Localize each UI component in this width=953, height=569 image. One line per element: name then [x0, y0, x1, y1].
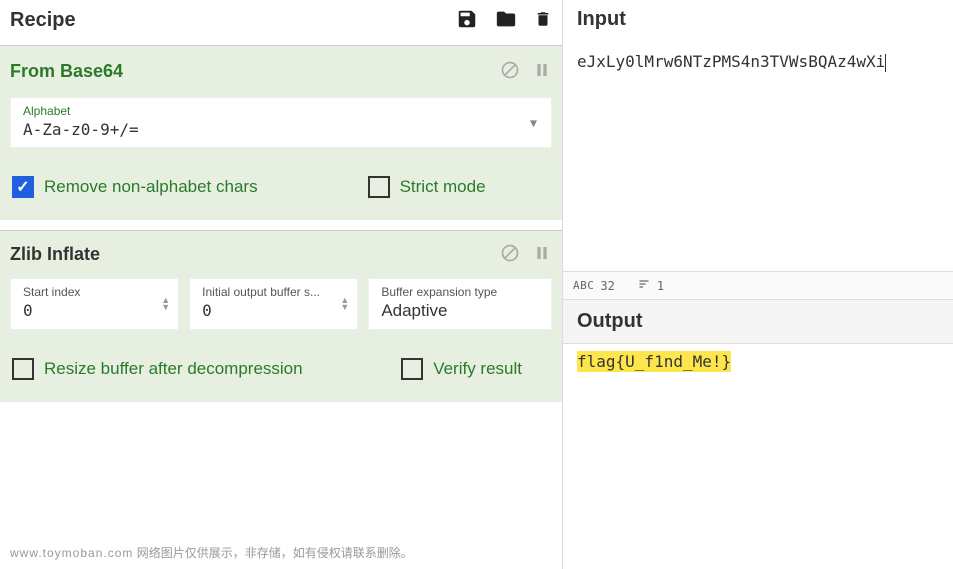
- folder-icon[interactable]: [494, 8, 518, 33]
- operation-zlib-inflate: Zlib Inflate Start index 0 ▲▼ I: [0, 230, 562, 402]
- disable-icon[interactable]: [500, 243, 520, 266]
- start-index-field[interactable]: Start index 0 ▲▼: [10, 278, 179, 330]
- status-bar: ABC 32 1: [563, 271, 953, 300]
- recipe-header: Recipe: [0, 0, 562, 45]
- checkbox-icon: [401, 358, 423, 380]
- start-index-value: 0: [23, 301, 168, 320]
- op-title-base64: From Base64: [10, 61, 123, 82]
- alphabet-label: Alphabet: [23, 104, 539, 118]
- verify-result-label: Verify result: [433, 359, 522, 379]
- alphabet-select[interactable]: Alphabet A-Za-z0-9+/= ▾: [10, 97, 552, 148]
- strict-mode-label: Strict mode: [400, 177, 486, 197]
- buffer-expansion-field[interactable]: Buffer expansion type Adaptive: [368, 278, 552, 330]
- char-count: 32: [600, 279, 614, 293]
- input-title: Input: [577, 8, 939, 31]
- input-value: eJxLy0lMrw6NTzPMS4n3TVWsBQAz4wXi: [577, 52, 885, 71]
- trash-icon[interactable]: [534, 8, 552, 33]
- watermark-text: 网络图片仅供展示，非存储，如有侵权请联系删除。: [137, 546, 413, 560]
- initial-buffer-field[interactable]: Initial output buffer s... 0 ▲▼: [189, 278, 358, 330]
- disable-icon[interactable]: [500, 60, 520, 83]
- lines-icon: [637, 278, 651, 293]
- remove-nonalpha-label: Remove non-alphabet chars: [44, 177, 258, 197]
- initial-buffer-value: 0: [202, 301, 347, 320]
- pause-icon[interactable]: [534, 61, 550, 82]
- output-title: Output: [577, 310, 939, 333]
- op-title-zlib: Zlib Inflate: [10, 244, 100, 265]
- resize-buffer-label: Resize buffer after decompression: [44, 359, 303, 379]
- checkbox-icon: [368, 176, 390, 198]
- output-header: Output: [563, 300, 953, 344]
- start-index-label: Start index: [23, 285, 168, 299]
- buffer-expansion-label: Buffer expansion type: [381, 285, 541, 299]
- resize-buffer-checkbox[interactable]: Resize buffer after decompression: [12, 358, 303, 380]
- input-textarea[interactable]: eJxLy0lMrw6NTzPMS4n3TVWsBQAz4wXi: [563, 42, 953, 271]
- line-count: 1: [657, 279, 664, 293]
- output-value: flag{U_f1nd_Me!}: [577, 351, 731, 372]
- checkbox-icon: [12, 358, 34, 380]
- recipe-title: Recipe: [10, 9, 76, 32]
- chevron-down-icon: ▾: [530, 114, 537, 131]
- char-label: ABC: [573, 279, 594, 292]
- checkbox-checked-icon: [12, 176, 34, 198]
- watermark: www.toymoban.com 网络图片仅供展示，非存储，如有侵权请联系删除。: [0, 536, 562, 569]
- text-cursor-icon: [885, 54, 886, 72]
- alphabet-value: A-Za-z0-9+/=: [23, 120, 539, 139]
- stepper-icon[interactable]: ▲▼: [340, 297, 349, 311]
- buffer-expansion-value: Adaptive: [381, 301, 541, 321]
- initial-buffer-label: Initial output buffer s...: [202, 285, 347, 299]
- save-icon[interactable]: [456, 8, 478, 33]
- stepper-icon[interactable]: ▲▼: [161, 297, 170, 311]
- verify-result-checkbox[interactable]: Verify result: [401, 358, 522, 380]
- input-header: Input: [563, 0, 953, 42]
- pause-icon[interactable]: [534, 244, 550, 265]
- strict-mode-checkbox[interactable]: Strict mode: [368, 176, 486, 198]
- remove-nonalpha-checkbox[interactable]: Remove non-alphabet chars: [12, 176, 258, 198]
- watermark-domain: www.toymoban.com: [10, 546, 133, 560]
- output-area[interactable]: flag{U_f1nd_Me!}: [563, 344, 953, 569]
- operation-from-base64: From Base64 Alphabet A-Za-z0-9+/= ▾: [0, 45, 562, 220]
